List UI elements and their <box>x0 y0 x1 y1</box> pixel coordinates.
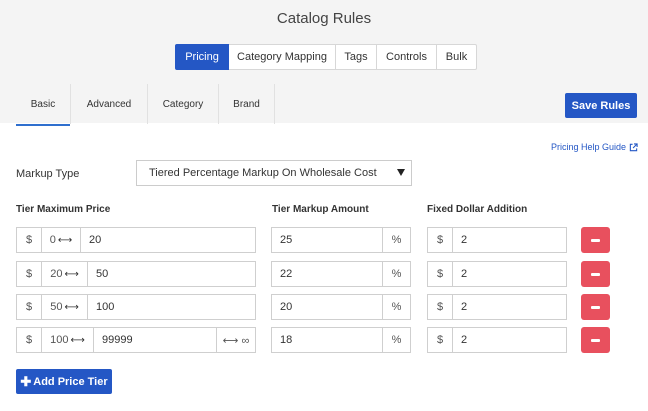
add-price-tier-button[interactable]: ✚ Add Price Tier <box>16 369 112 394</box>
markup-amount-input[interactable]: 18 <box>271 327 383 353</box>
pricing-help-guide-link[interactable]: Pricing Help Guide <box>551 142 638 152</box>
tab-pricing[interactable]: Pricing <box>175 44 229 70</box>
remove-tier-button[interactable] <box>581 261 610 287</box>
range-arrow-icon: ⟷ <box>64 301 79 313</box>
remove-tier-button[interactable] <box>581 227 610 253</box>
tier-max-input[interactable]: 20 <box>80 227 256 253</box>
minus-icon <box>591 338 600 342</box>
sub-tab-bar: Basic Advanced Category Brand <box>16 84 275 126</box>
header: Catalog Rules Pricing Category Mapping T… <box>0 0 648 126</box>
percent-addon: % <box>382 227 411 253</box>
tier-min-addon: 100 ⟷ <box>41 327 94 353</box>
dollar-addon: $ <box>427 261 453 287</box>
dollar-addon: $ <box>427 294 453 320</box>
subtab-brand[interactable]: Brand <box>218 84 275 124</box>
column-header-markup-amount: Tier Markup Amount <box>272 204 369 215</box>
tier-max-input[interactable]: 50 <box>87 261 256 287</box>
fixed-addition-input[interactable]: 2 <box>452 261 567 287</box>
plus-icon: ✚ <box>20 373 32 389</box>
chevron-down-icon <box>397 169 405 176</box>
range-arrow-icon: ⟷ <box>64 268 79 280</box>
external-link-icon <box>629 142 638 151</box>
tab-bulk[interactable]: Bulk <box>437 44 477 70</box>
range-arrow-icon: ⟷ <box>70 334 85 346</box>
remove-tier-button[interactable] <box>581 294 610 320</box>
subtab-basic[interactable]: Basic <box>16 84 70 126</box>
dollar-addon: $ <box>16 261 42 287</box>
main-tab-bar: Pricing Category Mapping Tags Controls B… <box>175 44 477 70</box>
fixed-addition-input[interactable]: 2 <box>452 327 567 353</box>
minus-icon <box>591 272 600 276</box>
markup-type-value: Tiered Percentage Markup On Wholesale Co… <box>149 167 377 179</box>
tier-min-addon: 0 ⟷ <box>41 227 81 253</box>
range-arrow-icon: ⟷ <box>57 234 73 246</box>
dollar-addon: $ <box>427 327 453 353</box>
tier-min-value: 100 <box>50 334 69 346</box>
subtab-category[interactable]: Category <box>147 84 218 124</box>
markup-amount-input[interactable]: 25 <box>271 227 383 253</box>
help-link-label: Pricing Help Guide <box>550 142 626 152</box>
minus-icon <box>591 305 600 309</box>
dollar-addon: $ <box>427 227 453 253</box>
tier-min-value: 0 <box>49 234 56 246</box>
tier-min-addon: 50 ⟷ <box>41 294 88 320</box>
subtab-advanced[interactable]: Advanced <box>70 84 147 124</box>
dollar-addon: $ <box>16 294 42 320</box>
tier-min-addon: 20 ⟷ <box>41 261 88 287</box>
add-price-tier-label: Add Price Tier <box>33 375 108 388</box>
save-rules-button[interactable]: Save Rules <box>565 93 637 118</box>
dollar-addon: $ <box>16 327 42 353</box>
page-title: Catalog Rules <box>276 10 372 27</box>
tier-max-input[interactable]: 100 <box>87 294 256 320</box>
tier-max-input[interactable]: 99999 <box>93 327 217 353</box>
tab-category-mapping[interactable]: Category Mapping <box>229 44 336 70</box>
remove-tier-button[interactable] <box>581 327 610 353</box>
tab-controls[interactable]: Controls <box>377 44 437 70</box>
infinity-addon: ⟷ ∞ <box>216 327 256 353</box>
markup-type-select[interactable]: Tiered Percentage Markup On Wholesale Co… <box>136 160 412 186</box>
percent-addon: % <box>382 327 411 353</box>
dollar-addon: $ <box>16 227 42 253</box>
minus-icon <box>591 238 600 242</box>
percent-addon: % <box>382 261 411 287</box>
fixed-addition-input[interactable]: 2 <box>452 227 567 253</box>
markup-amount-input[interactable]: 20 <box>271 294 383 320</box>
markup-amount-input[interactable]: 22 <box>271 261 383 287</box>
fixed-addition-input[interactable]: 2 <box>452 294 567 320</box>
tab-tags[interactable]: Tags <box>336 44 377 70</box>
tier-min-value: 50 <box>50 301 63 313</box>
percent-addon: % <box>382 294 411 320</box>
markup-type-label: Markup Type <box>16 168 80 180</box>
tier-min-value: 20 <box>50 268 63 280</box>
column-header-tier-max: Tier Maximum Price <box>16 204 111 215</box>
column-header-fixed-addition: Fixed Dollar Addition <box>427 204 528 215</box>
